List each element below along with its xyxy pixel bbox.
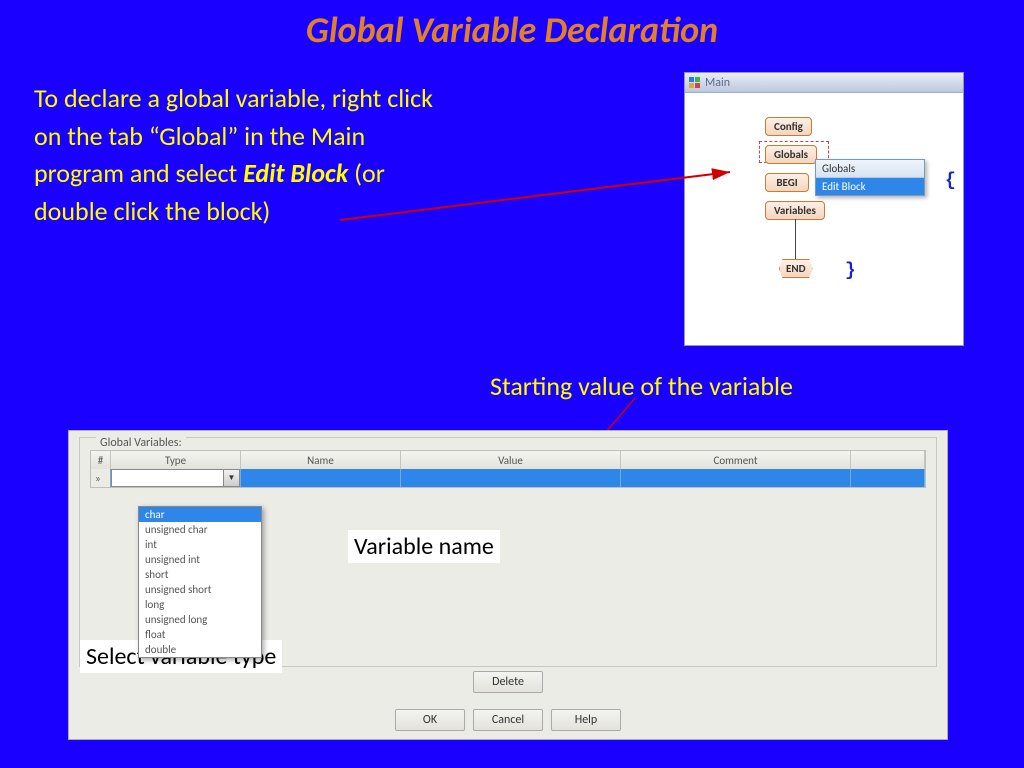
type-option[interactable]: int	[139, 537, 261, 552]
variable-name-callout: Variable name	[348, 530, 500, 563]
ok-button[interactable]: OK	[395, 709, 465, 731]
value-cell[interactable]	[401, 469, 621, 487]
col-type[interactable]: Type	[111, 451, 241, 469]
block-end[interactable]: END	[779, 259, 813, 278]
type-option[interactable]: unsigned short	[139, 582, 261, 597]
block-begin[interactable]: BEGI	[765, 173, 809, 192]
global-variables-groupbox: Global Variables: # Type Name Value Comm…	[79, 437, 937, 667]
brace-close: }	[845, 261, 856, 281]
slide-body: To declare a global variable, right clic…	[34, 80, 454, 231]
main-window-canvas: Config Globals BEGI Variables END { } Gl…	[685, 93, 963, 345]
block-config[interactable]: Config	[765, 117, 812, 136]
comment-cell[interactable]	[621, 469, 851, 487]
context-menu: Globals Edit Block	[815, 159, 925, 196]
delete-button[interactable]: Delete	[473, 671, 543, 693]
type-combobox[interactable]: ▼	[111, 469, 240, 487]
cancel-button[interactable]: Cancel	[473, 709, 543, 731]
connector-line	[795, 219, 796, 261]
main-window: Main Config Globals BEGI Variables END {…	[684, 72, 964, 346]
table-header-row: # Type Name Value Comment	[91, 451, 925, 469]
type-option[interactable]: float	[139, 627, 261, 642]
name-cell[interactable]	[241, 469, 401, 487]
starting-value-label: Starting value of the variable	[490, 370, 793, 402]
end-cell	[851, 469, 925, 487]
col-comment[interactable]: Comment	[621, 451, 851, 469]
slide-title: Global Variable Declaration	[0, 0, 1024, 52]
variables-table: # Type Name Value Comment » ▼	[90, 450, 926, 488]
group-label: Global Variables:	[96, 436, 186, 450]
delete-row: Delete	[69, 671, 947, 693]
context-menu-header: Globals	[816, 160, 924, 178]
body-bold: Edit Block	[243, 157, 348, 189]
type-option[interactable]: unsigned char	[139, 522, 261, 537]
help-button[interactable]: Help	[551, 709, 621, 731]
block-globals[interactable]: Globals	[765, 145, 817, 164]
context-menu-edit-block[interactable]: Edit Block	[816, 178, 924, 195]
combobox-arrow-icon[interactable]: ▼	[223, 470, 239, 486]
type-option[interactable]: long	[139, 597, 261, 612]
main-window-titlebar: Main	[685, 73, 963, 93]
col-idx[interactable]: #	[91, 451, 111, 469]
row-marker: »	[91, 469, 111, 487]
dialog-button-row: OK Cancel Help	[69, 709, 947, 731]
type-option[interactable]: char	[139, 507, 261, 522]
type-option[interactable]: short	[139, 567, 261, 582]
type-option[interactable]: double	[139, 642, 261, 657]
type-option[interactable]: unsigned long	[139, 612, 261, 627]
type-dropdown[interactable]: char unsigned char int unsigned int shor…	[138, 506, 262, 658]
col-name[interactable]: Name	[241, 451, 401, 469]
app-icon	[689, 77, 701, 89]
global-variables-dialog: Global Variables: # Type Name Value Comm…	[68, 430, 948, 740]
brace-open: {	[945, 171, 956, 191]
col-end	[851, 451, 925, 469]
col-value[interactable]: Value	[401, 451, 621, 469]
type-option[interactable]: unsigned int	[139, 552, 261, 567]
table-row[interactable]: » ▼	[91, 469, 925, 487]
main-window-title: Main	[705, 76, 730, 90]
block-variables[interactable]: Variables	[765, 201, 825, 220]
